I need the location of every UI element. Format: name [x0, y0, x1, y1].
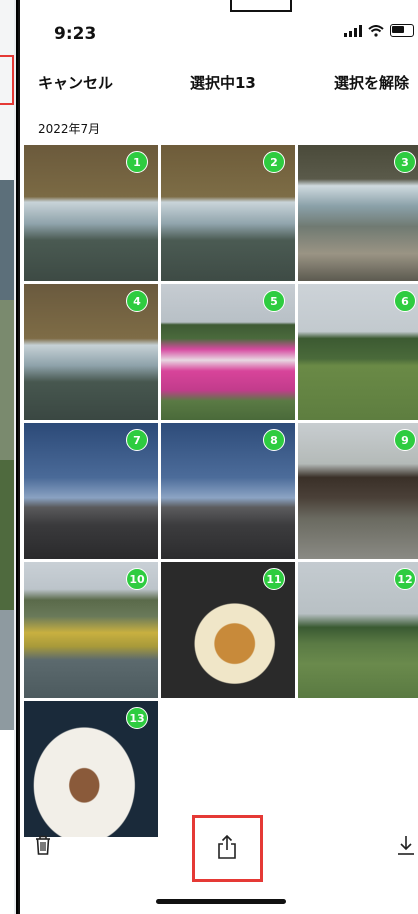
photo-cell[interactable]: 5 [161, 284, 295, 420]
page-title: 選択中13 [190, 74, 256, 92]
cancel-button[interactable]: キャンセル [38, 72, 113, 93]
photo-cell[interactable]: 9 [298, 423, 418, 559]
frame-tab [230, 0, 292, 12]
selection-badge: 11 [263, 568, 285, 590]
selection-badge: 1 [126, 151, 148, 173]
wifi-icon [368, 24, 384, 37]
photo-cell[interactable]: 3 [298, 145, 418, 281]
status-time: 9:23 [54, 24, 97, 44]
photo-cell[interactable]: 7 [24, 423, 158, 559]
photo-cell[interactable]: 4 [24, 284, 158, 420]
adjacent-screen-edge [0, 0, 18, 914]
selection-badge: 8 [263, 429, 285, 451]
deselect-button[interactable]: 選択を解除 [334, 72, 409, 93]
selection-badge: 10 [126, 568, 148, 590]
photo-cell[interactable]: 10 [24, 562, 158, 698]
phone-screen: 9:23 キャンセル 選択中13 選択を解除 2022年7月 1 2 3 4 5… [18, 0, 418, 914]
selection-badge: 6 [394, 290, 416, 312]
status-icons [344, 24, 414, 37]
selection-badge: 12 [394, 568, 416, 590]
selection-badge: 2 [263, 151, 285, 173]
selection-badge: 3 [394, 151, 416, 173]
photo-cell[interactable]: 11 [161, 562, 295, 698]
home-indicator [156, 899, 286, 904]
trash-icon[interactable] [34, 834, 52, 856]
section-date: 2022年7月 [38, 122, 101, 136]
photo-cell[interactable]: 6 [298, 284, 418, 420]
highlight-box [0, 55, 14, 105]
photo-cell[interactable]: 2 [161, 145, 295, 281]
download-icon[interactable] [396, 834, 416, 856]
selection-badge: 9 [394, 429, 416, 451]
signal-icon [344, 24, 362, 37]
photo-cell[interactable]: 8 [161, 423, 295, 559]
share-highlight-box [192, 815, 263, 882]
selection-badge: 5 [263, 290, 285, 312]
selection-badge: 13 [126, 707, 148, 729]
photo-cell[interactable]: 12 [298, 562, 418, 698]
photo-cell[interactable]: 1 [24, 145, 158, 281]
selection-badge: 7 [126, 429, 148, 451]
nav-bar: キャンセル 選択中13 選択を解除 [20, 72, 418, 96]
battery-icon [390, 24, 414, 37]
selection-badge: 4 [126, 290, 148, 312]
